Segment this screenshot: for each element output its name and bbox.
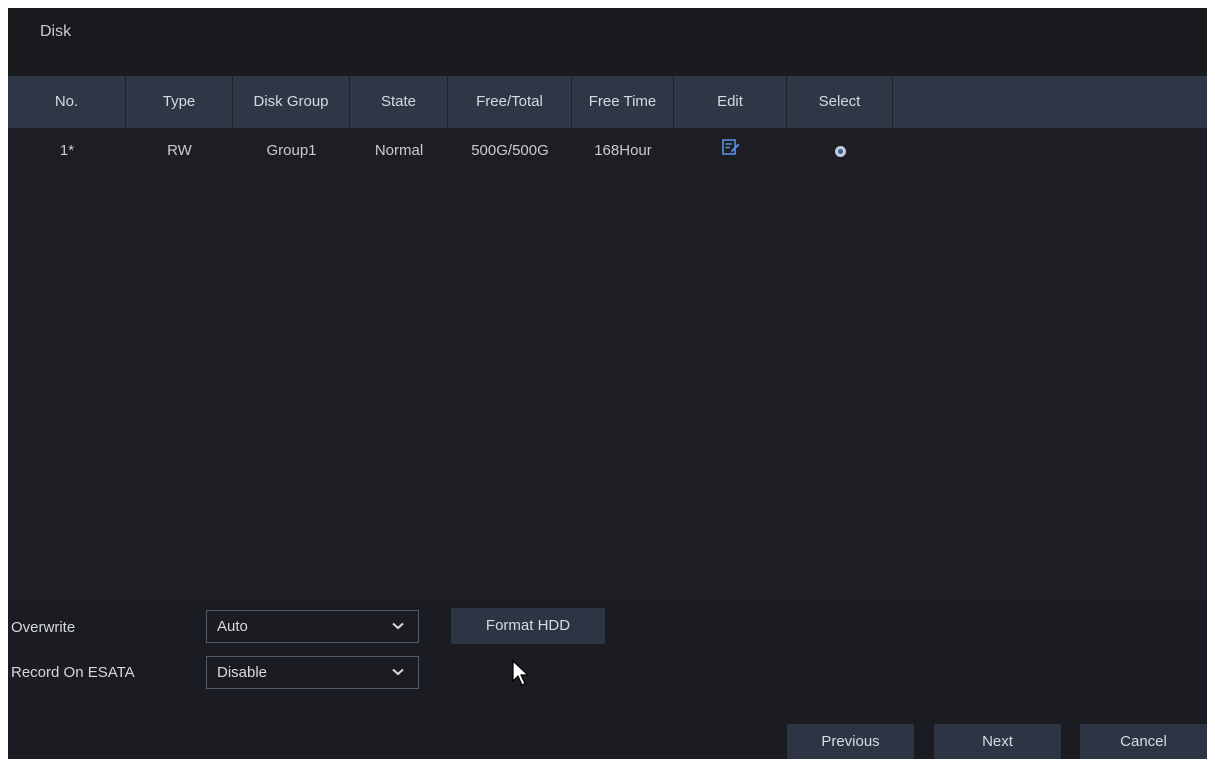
cell-free-total: 500G/500G — [471, 142, 549, 159]
format-hdd-button[interactable]: Format HDD — [451, 608, 605, 644]
chevron-down-icon — [392, 668, 404, 676]
column-header-edit: Edit — [674, 76, 787, 128]
window-title: Disk — [40, 23, 72, 40]
column-header-type: Type — [126, 76, 233, 128]
next-button[interactable]: Next — [934, 724, 1061, 759]
record-esata-label: Record On ESATA — [11, 664, 135, 681]
column-header-free-total: Free/Total — [448, 76, 572, 128]
column-header-state: State — [350, 76, 448, 128]
overwrite-select[interactable]: Auto — [206, 610, 419, 643]
column-header-select: Select — [787, 76, 893, 128]
column-header-no: No. — [8, 76, 126, 128]
overwrite-value: Auto — [217, 618, 248, 635]
table-row[interactable]: 1* RW Group1 Normal 500G/500G 168Hour — [8, 134, 1207, 168]
radio-selected-icon[interactable] — [834, 145, 846, 157]
record-esata-value: Disable — [217, 664, 268, 681]
cell-free-time: 168Hour — [594, 142, 652, 159]
edit-icon[interactable] — [721, 134, 740, 168]
previous-button[interactable]: Previous — [787, 724, 914, 759]
disk-window: Disk No. Type Disk Group State Free/Tota… — [8, 8, 1207, 759]
title-bar: Disk — [8, 8, 1207, 72]
cell-type: RW — [167, 142, 192, 159]
column-header-free-time: Free Time — [572, 76, 674, 128]
cell-no: 1* — [59, 142, 75, 159]
column-header-disk-group: Disk Group — [233, 76, 350, 128]
cell-disk-group: Group1 — [266, 142, 317, 159]
chevron-down-icon — [392, 622, 404, 630]
overwrite-label: Overwrite — [11, 619, 76, 636]
mouse-cursor-icon — [512, 660, 530, 686]
record-esata-select[interactable]: Disable — [206, 656, 419, 689]
cell-select — [787, 134, 893, 168]
disk-table: No. Type Disk Group State Free/Total Fre… — [8, 76, 1207, 600]
table-header: No. Type Disk Group State Free/Total Fre… — [8, 76, 1207, 128]
cell-state: Normal — [374, 142, 424, 159]
cancel-button[interactable]: Cancel — [1080, 724, 1207, 759]
cell-edit — [674, 134, 787, 168]
